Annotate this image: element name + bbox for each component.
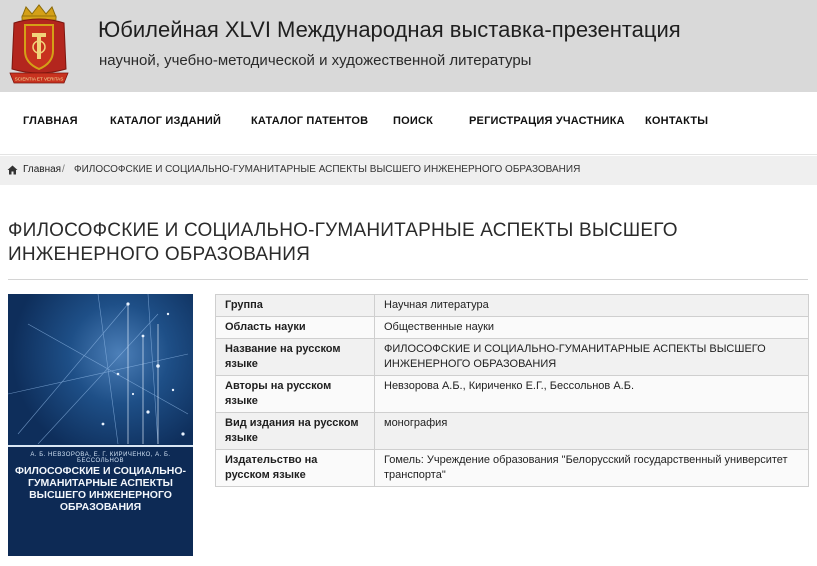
row-value: Невзорова А.Б., Кириченко Е.Г., Бессольн… [374,375,809,413]
cover-network-graphic [8,294,189,445]
breadcrumb-separator: / [62,164,65,175]
cover-title: ФИЛОСОФСКИЕ И СОЦИАЛЬНО-ГУМАНИТАРНЫЕ АСП… [15,465,186,513]
row-label: Вид издания на русском языке [215,412,375,450]
nav-item-catalog-patents[interactable]: КАТАЛОГ ПАТЕНТОВ [251,115,368,127]
nav-item-search[interactable]: ПОИСК [393,115,433,127]
main-nav: ГЛАВНАЯ КАТАЛОГ ИЗДАНИЙ КАТАЛОГ ПАТЕНТОВ… [0,92,817,155]
site-header: SCIENTIA ET VERITAS Юбилейная XLVI Между… [0,0,817,92]
site-title: Юбилейная XLVI Международная выставка-пр… [98,17,681,42]
publication-details-table: Группа Научная литература Область науки … [215,294,809,487]
nav-item-home[interactable]: ГЛАВНАЯ [23,115,78,127]
home-icon[interactable] [7,165,18,175]
cover-authors: А. Б. НЕВЗОРОВА, Е. Г. КИРИЧЕНКО, А. Б. … [30,452,171,464]
book-cover-image[interactable]: А. Б. НЕВЗОРОВА, Е. Г. КИРИЧЕНКО, А. Б. … [8,294,193,556]
row-label: Область науки [215,316,375,339]
table-row: Авторы на русском языке Невзорова А.Б., … [215,375,809,413]
cover-artwork [8,294,193,445]
row-label: Название на русском языке [215,338,375,376]
breadcrumb-home-link[interactable]: Главная [23,164,61,175]
table-row: Группа Научная литература [215,294,809,317]
row-value: ФИЛОСОФСКИЕ И СОЦИАЛЬНО-ГУМАНИТАРНЫЕ АСП… [374,338,809,376]
row-label: Группа [215,294,375,317]
site-subtitle: научной, учебно-методической и художеств… [99,52,532,69]
table-row: Издательство на русском языке Гомель: Уч… [215,449,809,487]
row-value: монография [374,412,809,450]
table-row: Вид издания на русском языке монография [215,412,809,450]
page-title: ФИЛОСОФСКИЕ И СОЦИАЛЬНО-ГУМАНИТАРНЫЕ АСП… [8,220,678,265]
row-label: Издательство на русском языке [215,449,375,487]
cover-title-panel: А. Б. НЕВЗОРОВА, Е. Г. КИРИЧЕНКО, А. Б. … [8,445,193,556]
breadcrumb: Главная / ФИЛОСОФСКИЕ И СОЦИАЛЬНО-ГУМАНИ… [0,156,817,185]
coat-of-arms-emblem-icon[interactable]: SCIENTIA ET VERITAS [8,3,70,89]
row-value: Научная литература [374,294,809,317]
nav-item-catalog-publications[interactable]: КАТАЛОГ ИЗДАНИЙ [110,115,221,127]
row-value: Гомель: Учреждение образования "Белорусс… [374,449,809,487]
table-row: Область науки Общественные науки [215,316,809,339]
logo-motto: SCIENTIA ET VERITAS [15,77,64,82]
breadcrumb-current: ФИЛОСОФСКИЕ И СОЦИАЛЬНО-ГУМАНИТАРНЫЕ АСП… [74,164,581,175]
row-value: Общественные науки [374,316,809,339]
row-label: Авторы на русском языке [215,375,375,413]
nav-item-contacts[interactable]: КОНТАКТЫ [645,115,708,127]
title-divider [8,279,808,280]
nav-item-registration[interactable]: РЕГИСТРАЦИЯ УЧАСТНИКА [469,115,625,127]
table-row: Название на русском языке ФИЛОСОФСКИЕ И … [215,338,809,376]
